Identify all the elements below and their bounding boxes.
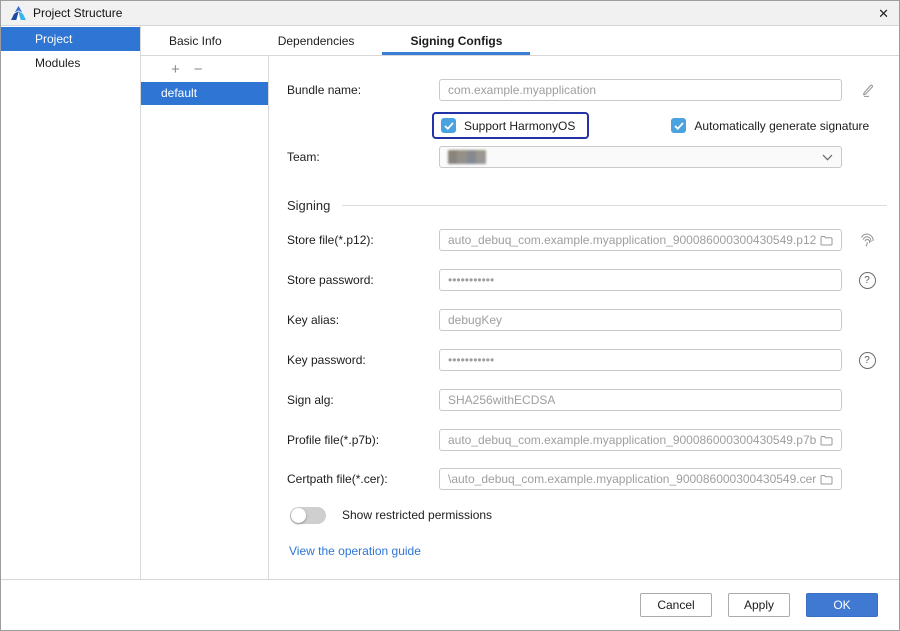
certpath-file-label: Certpath file(*.cer): (287, 472, 388, 486)
key-alias-input[interactable]: debugKey (439, 309, 842, 331)
tab-dependencies[interactable]: Dependencies (250, 26, 383, 55)
bundle-name-row: Bundle name: com.example.myapplication (269, 79, 899, 101)
tab-bar: Basic Info Dependencies Signing Configs (141, 26, 899, 56)
key-alias-label: Key alias: (287, 313, 340, 327)
auto-generate-checkbox[interactable] (671, 118, 687, 133)
store-file-row: Store file(*.p12): auto_debuq_com.exampl… (269, 229, 899, 251)
toggle-knob (291, 507, 306, 523)
key-password-row: Key password: ••••••••••• ? (269, 349, 899, 371)
key-password-label: Key password: (287, 353, 366, 367)
signing-configs-form: Bundle name: com.example.myapplication S… (269, 56, 899, 579)
section-divider (342, 204, 887, 206)
config-list-toolbar: + − (141, 56, 268, 82)
key-password-input[interactable]: ••••••••••• (439, 349, 842, 371)
store-password-label: Store password: (287, 273, 374, 287)
config-item-default[interactable]: default (141, 82, 268, 105)
bundle-name-input[interactable]: com.example.myapplication (439, 79, 842, 101)
tab-signing-configs[interactable]: Signing Configs (382, 26, 530, 55)
tab-basic-info[interactable]: Basic Info (141, 26, 250, 55)
dialog-title: Project Structure (33, 6, 123, 20)
bundle-name-label: Bundle name: (287, 83, 362, 97)
restricted-permissions-row: Show restricted permissions (269, 506, 899, 524)
sidebar-item-project[interactable]: Project (1, 27, 140, 51)
store-file-label: Store file(*.p12): (287, 233, 374, 247)
store-password-input[interactable]: ••••••••••• (439, 269, 842, 291)
footer-bar: Cancel Apply OK (1, 579, 899, 630)
restricted-permissions-toggle[interactable] (290, 506, 326, 524)
store-password-row: Store password: ••••••••••• ? (269, 269, 899, 291)
team-row: Team: (269, 146, 899, 168)
checkbox-row: Support HarmonyOS Automatically generate… (269, 112, 899, 139)
profile-file-label: Profile file(*.p7b): (287, 433, 380, 447)
certpath-file-input[interactable]: \auto_debuq_com.example.myapplication_90… (439, 468, 842, 490)
chevron-down-icon (822, 154, 833, 161)
edit-pencil-icon[interactable] (858, 81, 876, 99)
sidebar: Project Modules (1, 26, 141, 579)
sign-alg-input[interactable]: SHA256withECDSA (439, 389, 842, 411)
team-dropdown[interactable] (439, 146, 842, 168)
deveco-logo-icon (11, 6, 26, 20)
add-config-icon[interactable]: + (171, 62, 180, 77)
certpath-file-row: Certpath file(*.cer): \auto_debuq_com.ex… (269, 468, 899, 490)
cancel-button[interactable]: Cancel (640, 593, 712, 617)
help-icon[interactable]: ? (858, 271, 876, 289)
sidebar-item-modules[interactable]: Modules (1, 51, 140, 75)
team-value-redacted (448, 150, 486, 164)
folder-icon[interactable] (820, 235, 833, 246)
sign-alg-row: Sign alg: SHA256withECDSA (269, 389, 899, 411)
sign-alg-label: Sign alg: (287, 393, 334, 407)
project-structure-dialog: Project Structure ✕ Project Modules Basi… (0, 0, 900, 631)
ok-button[interactable]: OK (806, 593, 878, 617)
restricted-permissions-label: Show restricted permissions (342, 508, 493, 522)
folder-icon[interactable] (820, 435, 833, 446)
signing-section-title: Signing (287, 197, 331, 213)
fingerprint-icon[interactable] (858, 231, 876, 249)
profile-file-row: Profile file(*.p7b): auto_debuq_com.exam… (269, 429, 899, 451)
auto-generate-group: Automatically generate signature (671, 118, 869, 133)
apply-button[interactable]: Apply (728, 593, 790, 617)
team-label: Team: (287, 150, 320, 164)
support-harmonyos-label: Support HarmonyOS (464, 118, 576, 133)
key-alias-row: Key alias: debugKey (269, 309, 899, 331)
close-icon[interactable]: ✕ (878, 7, 889, 20)
support-harmonyos-focus-box: Support HarmonyOS (432, 112, 590, 139)
store-file-input[interactable]: auto_debuq_com.example.myapplication_900… (439, 229, 842, 251)
folder-icon[interactable] (820, 474, 833, 485)
guide-link-row: View the operation guide (269, 544, 899, 558)
support-harmonyos-checkbox[interactable] (441, 118, 456, 133)
remove-config-icon[interactable]: − (194, 62, 203, 77)
operation-guide-link[interactable]: View the operation guide (289, 544, 421, 558)
auto-generate-label: Automatically generate signature (694, 118, 870, 133)
title-bar: Project Structure ✕ (1, 1, 899, 26)
signing-section-header: Signing (269, 196, 899, 214)
profile-file-input[interactable]: auto_debuq_com.example.myapplication_900… (439, 429, 842, 451)
help-icon[interactable]: ? (858, 351, 876, 369)
config-list-panel: + − default (141, 56, 269, 579)
